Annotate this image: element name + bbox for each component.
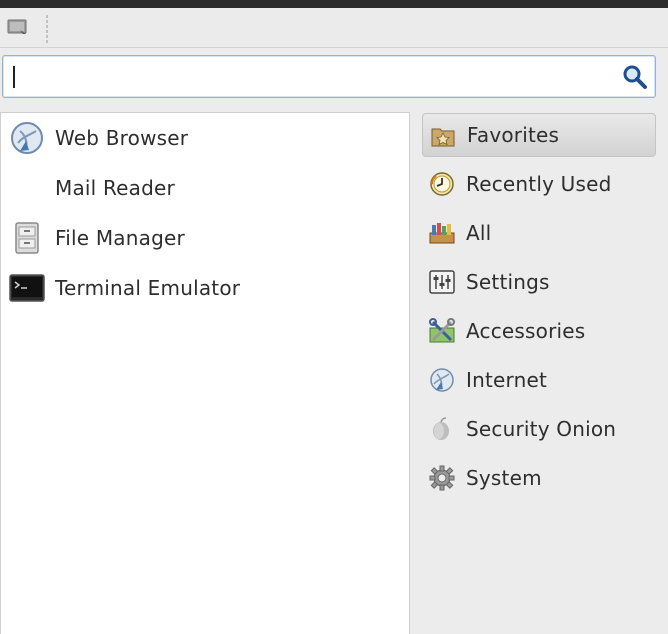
category-system[interactable]: System — [422, 456, 656, 500]
top-bar — [0, 0, 668, 8]
app-item-label: Terminal Emulator — [55, 276, 241, 300]
category-label: Internet — [466, 368, 548, 392]
app-item-terminal-emulator[interactable]: Terminal Emulator — [1, 264, 409, 312]
category-label: Settings — [466, 270, 550, 294]
panel-handle[interactable] — [46, 14, 48, 44]
category-security-onion[interactable]: Security Onion — [422, 407, 656, 451]
category-label: Security Onion — [466, 417, 617, 441]
terminal-icon — [9, 272, 45, 304]
all-apps-icon — [428, 219, 456, 247]
favorites-folder-icon — [429, 122, 457, 150]
category-label: Favorites — [467, 123, 560, 147]
app-item-label: Mail Reader — [55, 176, 175, 200]
category-internet[interactable]: Internet — [422, 358, 656, 402]
category-favorites[interactable]: Favorites — [422, 113, 656, 157]
globe-icon — [9, 122, 45, 154]
search-icon — [623, 65, 647, 89]
file-cabinet-icon — [9, 222, 45, 254]
category-label: Accessories — [466, 319, 586, 343]
category-all[interactable]: All — [422, 211, 656, 255]
app-menu-icon — [7, 19, 27, 34]
app-item-label: Web Browser — [55, 126, 189, 150]
app-list: Web Browser Mail Reader File Manager Ter… — [0, 112, 410, 634]
internet-icon — [428, 366, 456, 394]
settings-icon — [428, 268, 456, 296]
category-label: System — [466, 466, 542, 490]
search-input[interactable] — [9, 61, 609, 93]
clock-icon — [428, 170, 456, 198]
gear-icon — [428, 464, 456, 492]
app-item-mail-reader[interactable]: Mail Reader — [1, 164, 409, 212]
category-accessories[interactable]: Accessories — [422, 309, 656, 353]
onion-icon — [428, 415, 456, 443]
category-label: Recently Used — [466, 172, 612, 196]
search-field[interactable] — [2, 55, 656, 98]
text-caret — [13, 66, 15, 88]
app-item-web-browser[interactable]: Web Browser — [1, 114, 409, 162]
category-label: All — [466, 221, 492, 245]
category-settings[interactable]: Settings — [422, 260, 656, 304]
app-item-file-manager[interactable]: File Manager — [1, 214, 409, 262]
accessories-icon — [428, 317, 456, 345]
app-menu-button[interactable] — [6, 16, 30, 38]
category-recently-used[interactable]: Recently Used — [422, 162, 656, 206]
category-list: Favorites Recently Used All Settings Acc… — [414, 104, 668, 634]
search-button[interactable] — [621, 63, 649, 91]
app-item-label: File Manager — [55, 226, 185, 250]
panel-strip — [0, 8, 668, 48]
